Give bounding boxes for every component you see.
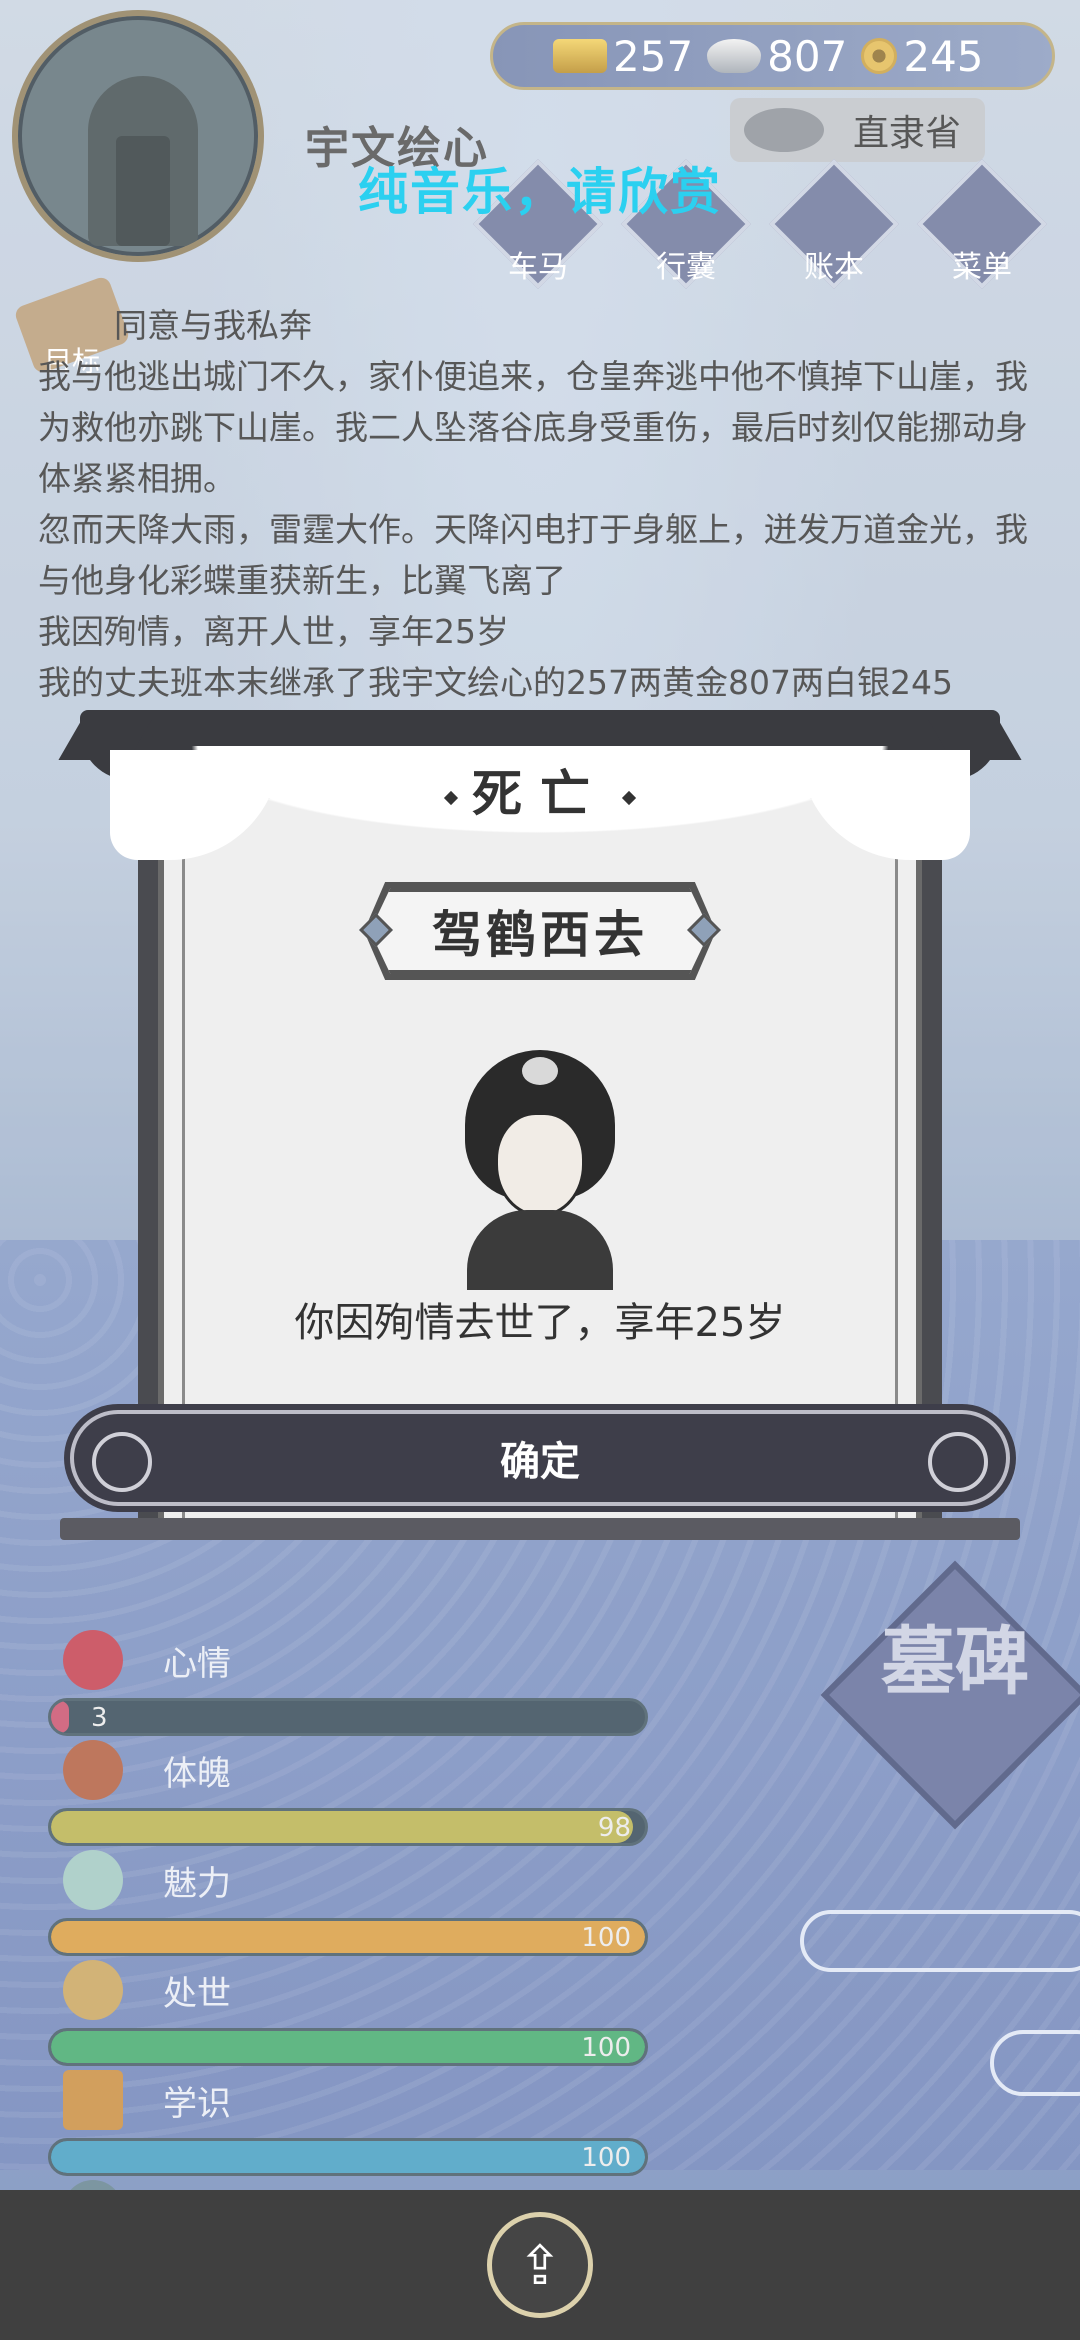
music-subtitle: 纯音乐，请欣赏 xyxy=(358,163,722,221)
death-dialog: 死亡 驾鹤西去 你因殉情去世了，享年25岁 确定 xyxy=(58,710,1022,1540)
dialog-base xyxy=(60,1518,1020,1540)
portrait-face xyxy=(495,1112,585,1217)
character-portrait xyxy=(457,1050,623,1290)
death-message: 你因殉情去世了，享年25岁 xyxy=(294,1300,786,1346)
dialog-title-text: 死亡 xyxy=(472,765,608,823)
dialog-title: 死亡 xyxy=(100,754,980,826)
hair-ornament xyxy=(519,1054,561,1088)
portrait-body xyxy=(467,1210,613,1290)
confirm-label: 确定 xyxy=(500,1439,580,1485)
swirl-ornament-icon xyxy=(928,1432,988,1492)
certificate-text: 驾鹤西去 xyxy=(432,906,648,964)
confirm-button[interactable]: 确定 xyxy=(70,1410,1010,1506)
swirl-ornament-icon xyxy=(92,1432,152,1492)
